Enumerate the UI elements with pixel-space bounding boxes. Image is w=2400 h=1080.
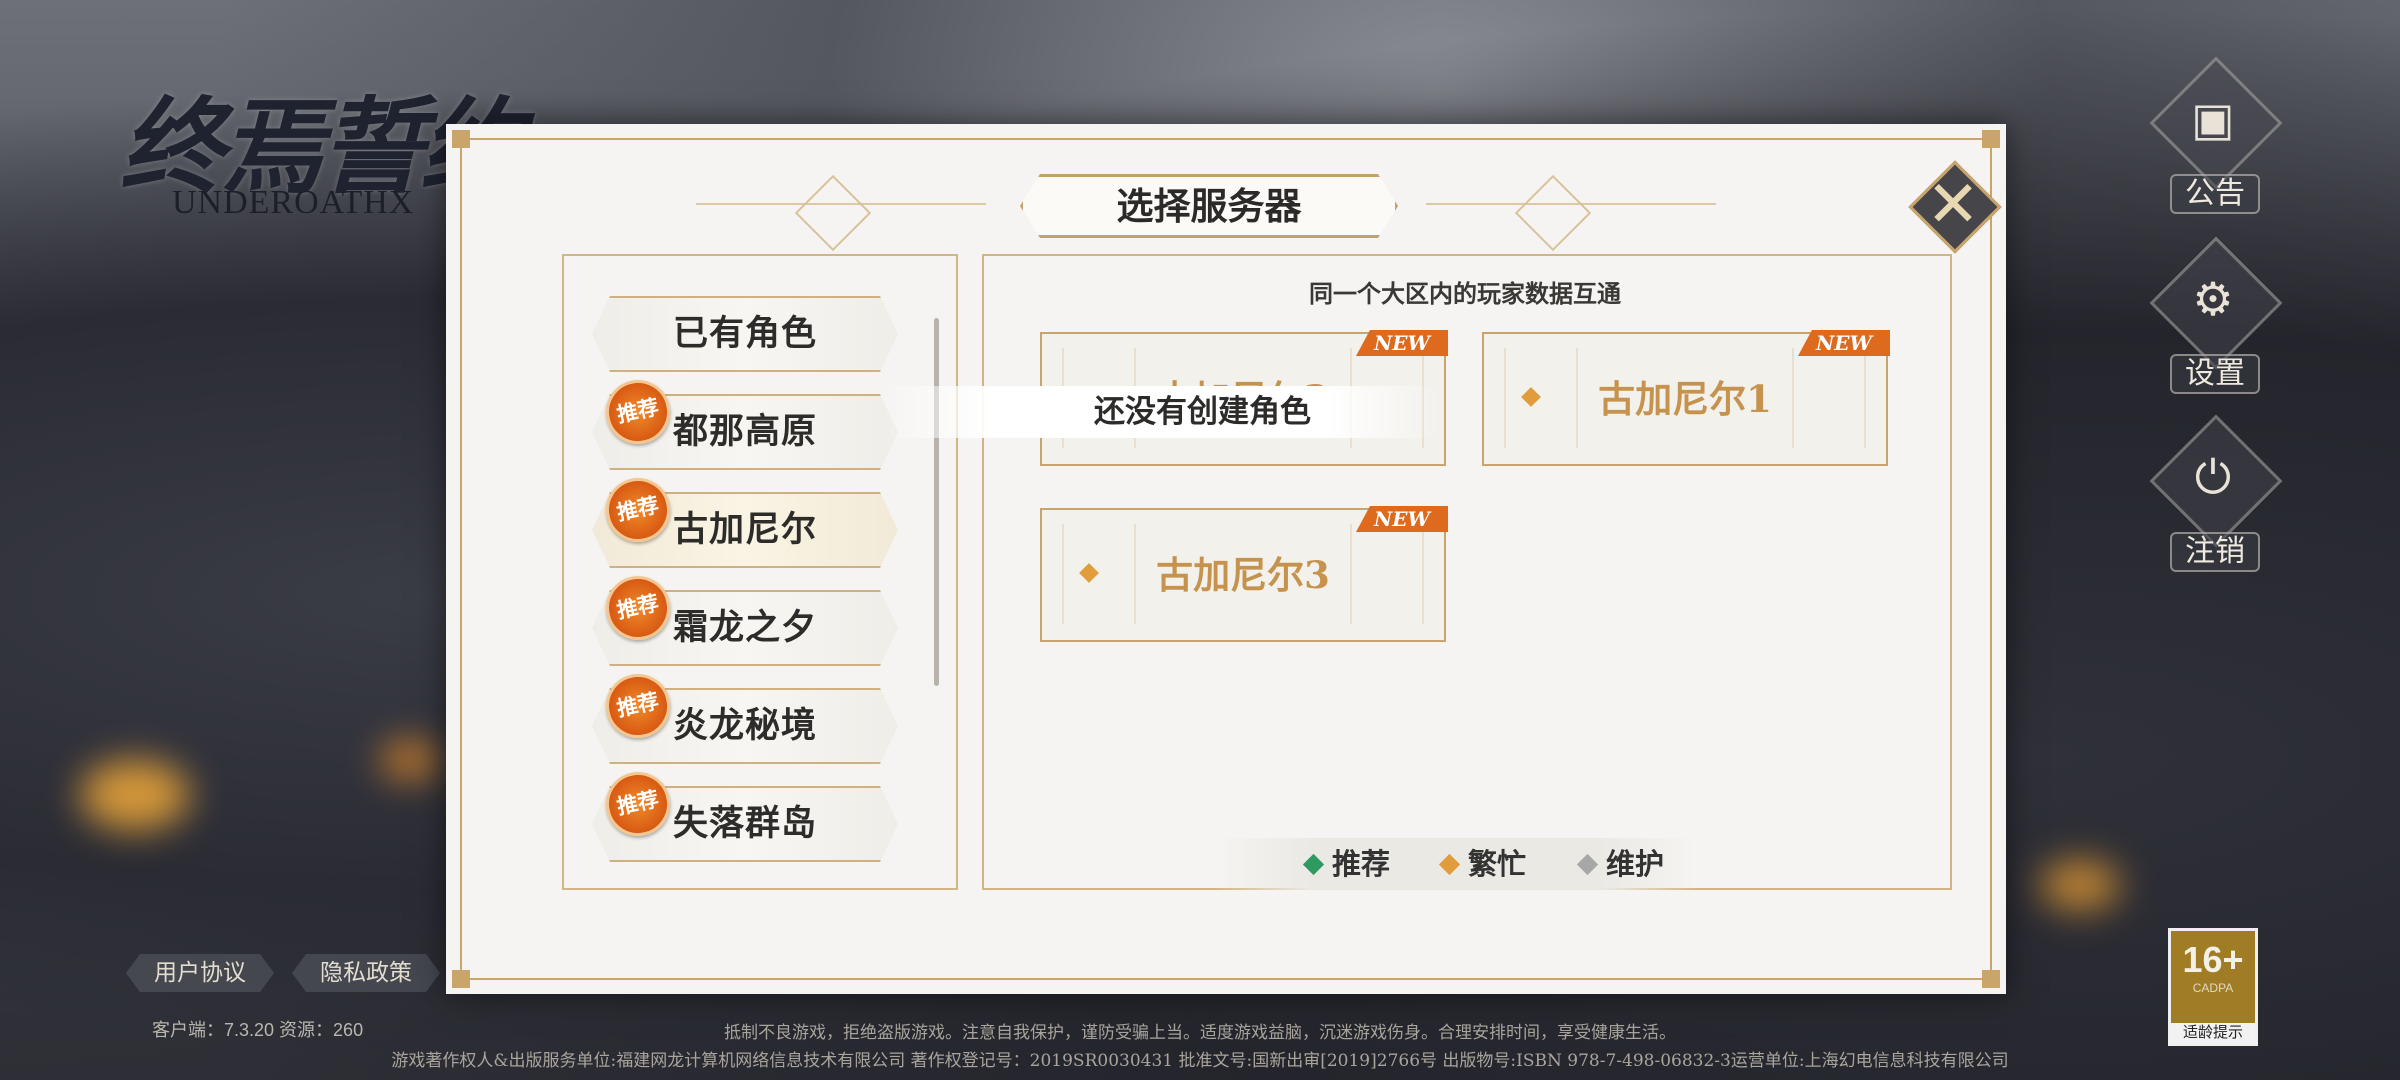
- region-item-existing[interactable]: 已有角色: [592, 296, 898, 372]
- logout-button[interactable]: ⏻ 注销: [2148, 414, 2283, 578]
- no-character-toast: 还没有创建角色: [880, 386, 1440, 438]
- power-icon: ⏻: [2194, 450, 2232, 504]
- legend-busy: 繁忙: [1438, 838, 1526, 890]
- announcement-label: 公告: [2170, 174, 2260, 214]
- settings-button[interactable]: ⚙ 设置: [2148, 236, 2283, 400]
- publisher-info: 游戏著作权人&出版服务单位:福建网龙计算机网络信息技术有限公司 著作权登记号：2…: [391, 1051, 2009, 1071]
- close-button[interactable]: ✕: [1908, 160, 2002, 254]
- close-icon: ✕: [1926, 168, 1980, 242]
- settings-label: 设置: [2170, 354, 2260, 394]
- legend-maintenance: 维护: [1576, 838, 1664, 890]
- background-glow: [80, 760, 190, 830]
- privacy-policy-link[interactable]: 隐私政策: [292, 954, 440, 992]
- background-glow: [2040, 860, 2120, 910]
- legend-recommend: 推荐: [1302, 838, 1390, 890]
- logout-label: 注销: [2170, 532, 2260, 572]
- new-tag: NEW: [1356, 330, 1448, 356]
- legend-maintenance-icon: [1576, 853, 1599, 876]
- region-label: 已有角色: [672, 313, 817, 354]
- age-rating-org: CADPA: [2192, 981, 2234, 995]
- announcement-button[interactable]: ▣ 公告: [2148, 56, 2283, 220]
- server-select-dialog: 选择服务器 ✕ 已有角色 都那高原 古加尼尔 霜龙之夕 炎龙秘境 失落群岛 推荐…: [446, 124, 2006, 994]
- gear-icon: ⚙: [2192, 272, 2234, 326]
- server-card[interactable]: 古加尼尔3 NEW: [1040, 506, 1448, 642]
- region-hint: 同一个大区内的玩家数据互通: [1309, 279, 1621, 308]
- user-agreement-link[interactable]: 用户协议: [126, 954, 274, 992]
- logo-subtitle: UNDEROATHX: [172, 184, 415, 221]
- status-legend: 推荐 繁忙 维护: [1216, 838, 1696, 890]
- health-notice: 抵制不良游戏，拒绝盗版游戏。注意自我保护，谨防受骗上当。适度游戏益脑，沉迷游戏伤…: [724, 1023, 1676, 1043]
- list-scrollbar[interactable]: [934, 318, 939, 686]
- legend-busy-icon: [1438, 853, 1461, 876]
- announcement-icon: ▣: [2191, 92, 2235, 146]
- background-glow: [380, 740, 440, 780]
- age-rating-number: 16+: [2182, 939, 2244, 980]
- new-tag: NEW: [1356, 506, 1448, 532]
- dialog-title: 选择服务器: [1020, 174, 1398, 238]
- new-tag: NEW: [1798, 330, 1890, 356]
- server-card[interactable]: 古加尼尔1 NEW: [1482, 330, 1890, 466]
- legend-recommend-icon: [1302, 853, 1325, 876]
